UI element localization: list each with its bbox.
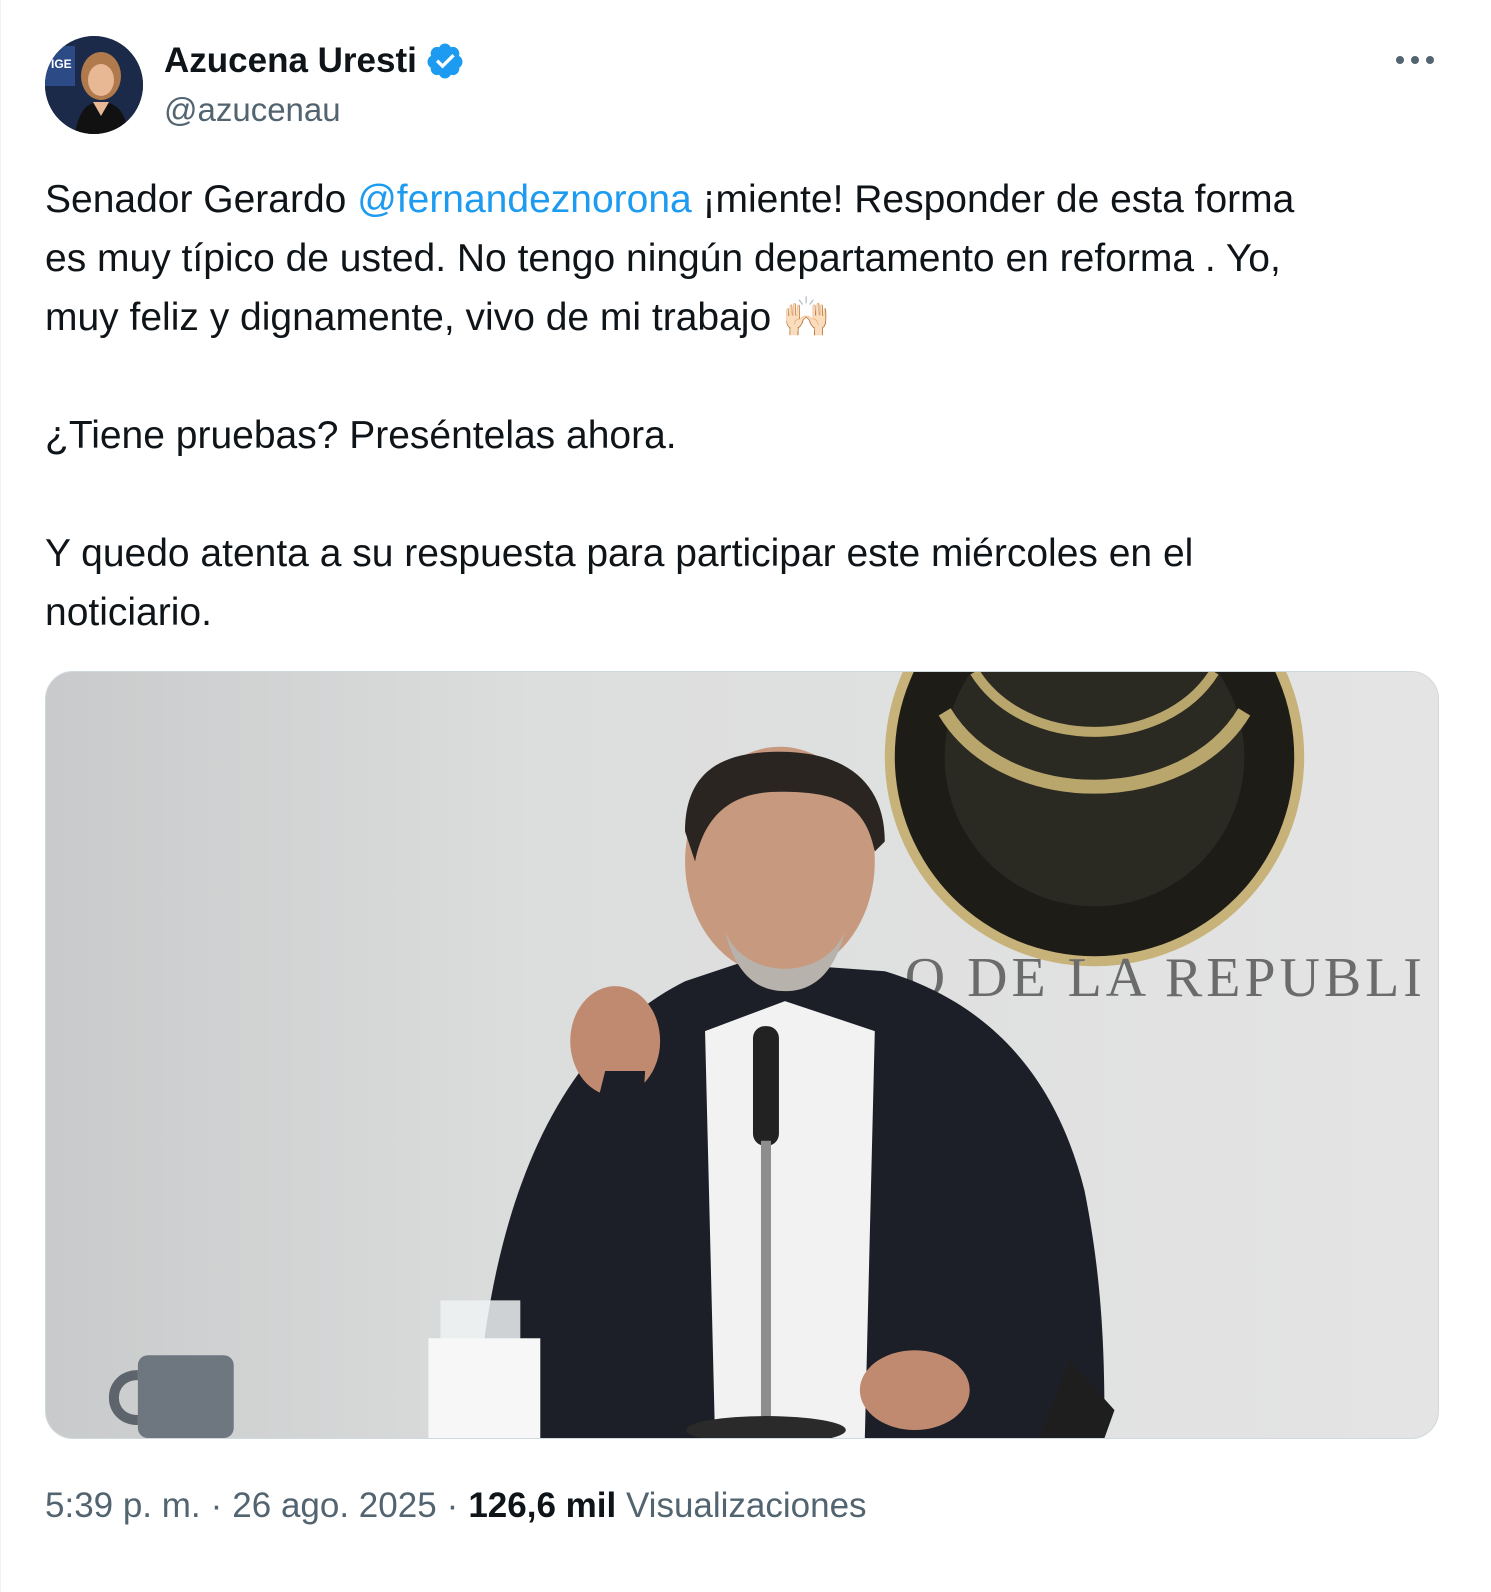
svg-text:IGE: IGE — [51, 57, 72, 71]
meta-separator: · — [446, 1486, 459, 1525]
tweet-line: Y quedo atenta a su respuesta para parti… — [45, 532, 1194, 575]
tweet-line: Senador Gerardo @fernandeznorona ¡miente… — [45, 170, 1445, 229]
tweet-line: noticiario. — [45, 591, 212, 634]
mention-link[interactable]: @fernandeznorona — [357, 178, 692, 221]
avatar[interactable]: IGE — [45, 36, 143, 134]
tweet-time[interactable]: 5:39 p. m. — [45, 1486, 201, 1525]
views-label[interactable]: Visualizaciones — [626, 1486, 867, 1525]
text-segment: Senador Gerardo — [45, 178, 358, 221]
sign-text: O DE LA REPUBLI — [905, 947, 1426, 1009]
press-conference-photo: O DE LA REPUBLI — [46, 672, 1438, 1438]
tweet-paragraph: ¿Tiene pruebas? Preséntelas ahora. — [45, 414, 677, 457]
author-handle[interactable]: @azucenau — [164, 90, 341, 130]
raised-hands-emoji: 🙌🏻 — [782, 295, 831, 340]
author-name-row[interactable]: Azucena Uresti — [164, 40, 465, 82]
media-image[interactable]: O DE LA REPUBLI — [45, 671, 1439, 1439]
tweet-text: Senador Gerardo @fernandeznorona ¡miente… — [45, 170, 1445, 642]
tweet-line: muy feliz y dignamente, vivo de mi traba… — [45, 288, 1445, 347]
text-segment: ¡miente! Responder de esta forma — [691, 178, 1295, 221]
avatar-photo: IGE — [45, 36, 143, 134]
tweet-card[interactable]: IGE Azucena Uresti @azucenau Senador Ger… — [0, 0, 1491, 1592]
more-dots-icon[interactable] — [1393, 44, 1437, 76]
tweet-meta: 5:39 p. m. · 26 ago. 2025 · 126,6 mil Visual… — [45, 1484, 867, 1528]
views-count[interactable]: 126,6 mil — [468, 1486, 616, 1525]
meta-separator: · — [210, 1486, 223, 1525]
text-segment: muy feliz y dignamente, vivo de mi traba… — [45, 296, 783, 339]
verified-badge-icon — [427, 43, 463, 79]
tweet-date[interactable]: 26 ago. 2025 — [232, 1486, 436, 1525]
tweet-line: es muy típico de usted. No tengo ningún … — [45, 237, 1281, 280]
display-name[interactable]: Azucena Uresti — [164, 40, 417, 82]
